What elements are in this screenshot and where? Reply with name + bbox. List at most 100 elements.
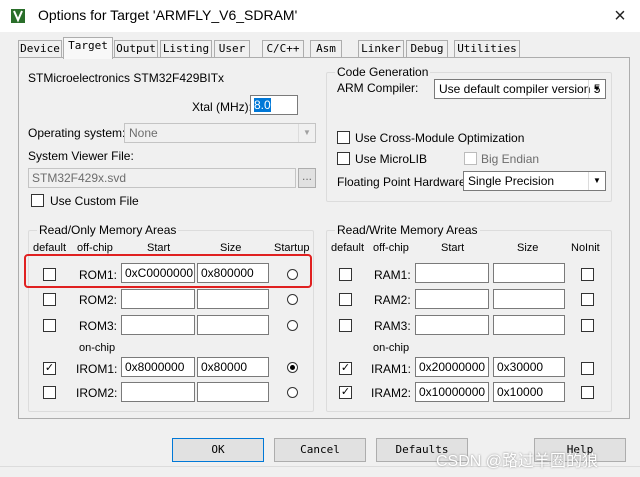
ram2-default-checkbox[interactable]: [339, 293, 352, 306]
ram-header-noinit: NoInit: [571, 242, 600, 254]
irom2-label: IROM2:: [76, 386, 118, 400]
irom2-default-checkbox[interactable]: [43, 386, 56, 399]
os-select[interactable]: None ▼: [124, 123, 316, 143]
rom-header-default: default: [33, 242, 67, 254]
microlib-checkbox[interactable]: [337, 152, 350, 165]
ram3-label: RAM3:: [374, 319, 411, 333]
fpu-label: Floating Point Hardware:: [337, 175, 470, 189]
rom3-size-input[interactable]: [197, 315, 269, 335]
ram-header-start: Start: [441, 242, 465, 254]
rom2-label: ROM2:: [79, 293, 118, 307]
ram2-noinit-checkbox[interactable]: [581, 293, 594, 306]
iram2-label: IRAM2:: [371, 386, 412, 400]
iram2-noinit-checkbox[interactable]: [581, 386, 594, 399]
rom-header-startup: Startup: [274, 242, 310, 254]
use-custom-file-label: Use Custom File: [50, 194, 139, 208]
tab-output[interactable]: Output: [114, 40, 158, 58]
chevron-down-icon: ▼: [588, 80, 605, 98]
svd-browse-button[interactable]: ...: [298, 168, 316, 188]
fpu-select[interactable]: Single Precision ▼: [463, 171, 606, 191]
rom3-default-checkbox[interactable]: [43, 319, 56, 332]
ram3-start-input[interactable]: [415, 315, 489, 335]
tab-c-cpp[interactable]: C/C++: [262, 40, 304, 58]
irom1-size-input[interactable]: 0x80000: [197, 357, 269, 377]
big-endian-checkbox[interactable]: [464, 152, 477, 165]
microlib-label: Use MicroLIB: [355, 152, 428, 166]
rom2-default-checkbox[interactable]: [43, 293, 56, 306]
rom3-startup-radio[interactable]: [287, 320, 298, 331]
rom3-start-input[interactable]: [121, 315, 195, 335]
rom-header-start: Start: [147, 242, 171, 254]
rom3-label: ROM3:: [79, 319, 118, 333]
tab-debug[interactable]: Debug: [406, 40, 448, 58]
rom-header-size: Size: [220, 242, 242, 254]
iram1-noinit-checkbox[interactable]: [581, 362, 594, 375]
ram3-size-input[interactable]: [493, 315, 565, 335]
tab-device[interactable]: Device: [18, 40, 62, 58]
cancel-button[interactable]: Cancel: [274, 438, 366, 462]
iram2-start-input[interactable]: 0x10000000: [415, 382, 489, 402]
tab-target[interactable]: Target: [63, 37, 113, 59]
ram1-size-input[interactable]: [493, 263, 565, 283]
tab-utilities[interactable]: Utilities: [454, 40, 520, 58]
close-button[interactable]: ×: [600, 2, 640, 30]
iram1-label: IRAM1:: [371, 362, 412, 376]
iram2-size-input[interactable]: 0x10000: [493, 382, 565, 402]
irom1-default-checkbox[interactable]: ✓: [43, 362, 56, 375]
irom2-startup-radio[interactable]: [287, 387, 298, 398]
ram1-start-input[interactable]: [415, 263, 489, 283]
big-endian-label: Big Endian: [481, 152, 540, 166]
chevron-down-icon: ▼: [588, 172, 605, 190]
chevron-down-icon: ▼: [298, 124, 315, 142]
ram1-default-checkbox[interactable]: [339, 268, 352, 281]
rom-header-offchip: off-chip: [77, 242, 113, 254]
os-label: Operating system:: [28, 126, 126, 140]
svd-label: System Viewer File:: [28, 149, 134, 163]
xtal-input[interactable]: 8.0: [250, 95, 298, 115]
cross-module-checkbox[interactable]: [337, 131, 350, 144]
rom1-highlight-box: [24, 254, 312, 288]
irom1-label: IROM1:: [76, 362, 118, 376]
ram3-default-checkbox[interactable]: [339, 319, 352, 332]
ram-onchip-label: on-chip: [373, 342, 410, 354]
window-title: Options for Target 'ARMFLY_V6_SDRAM': [38, 7, 298, 23]
arm-compiler-select[interactable]: Use default compiler version 5 ▼: [434, 79, 606, 99]
irom1-start-input[interactable]: 0x8000000: [121, 357, 195, 377]
iram1-default-checkbox[interactable]: ✓: [339, 362, 352, 375]
ram2-start-input[interactable]: [415, 289, 489, 309]
irom2-size-input[interactable]: [197, 382, 269, 402]
title-bar: Options for Target 'ARMFLY_V6_SDRAM' ×: [0, 0, 640, 32]
use-custom-file-checkbox[interactable]: [31, 194, 44, 207]
arm-compiler-label: ARM Compiler:: [337, 81, 419, 95]
ram1-noinit-checkbox[interactable]: [581, 268, 594, 281]
iram2-default-checkbox[interactable]: ✓: [339, 386, 352, 399]
ram-header-offchip: off-chip: [373, 242, 409, 254]
options-dialog: Options for Target 'ARMFLY_V6_SDRAM' × D…: [0, 0, 640, 477]
ram-header-default: default: [331, 242, 365, 254]
ram-header-size: Size: [517, 242, 539, 254]
rom-onchip-label: on-chip: [79, 342, 116, 354]
code-generation-title: Code Generation: [335, 65, 431, 79]
rom2-size-input[interactable]: [197, 289, 269, 309]
device-name: STMicroelectronics STM32F429BITx: [28, 71, 225, 85]
ok-button[interactable]: OK: [172, 438, 264, 462]
tab-asm[interactable]: Asm: [310, 40, 342, 58]
ram1-label: RAM1:: [374, 268, 411, 282]
ram-group-title: Read/Write Memory Areas: [335, 223, 480, 237]
tab-linker[interactable]: Linker: [358, 40, 404, 58]
svd-file-field[interactable]: STM32F429x.svd: [28, 168, 296, 188]
irom2-start-input[interactable]: [121, 382, 195, 402]
tab-user[interactable]: User: [214, 40, 250, 58]
ram2-size-input[interactable]: [493, 289, 565, 309]
rom-group-title: Read/Only Memory Areas: [37, 223, 179, 237]
tab-listing[interactable]: Listing: [160, 40, 212, 58]
irom1-startup-radio[interactable]: [287, 362, 298, 373]
rom2-startup-radio[interactable]: [287, 294, 298, 305]
iram1-size-input[interactable]: 0x30000: [493, 357, 565, 377]
rom2-start-input[interactable]: [121, 289, 195, 309]
ram3-noinit-checkbox[interactable]: [581, 319, 594, 332]
ram2-label: RAM2:: [374, 293, 411, 307]
cross-module-label: Use Cross-Module Optimization: [355, 131, 525, 145]
iram1-start-input[interactable]: 0x20000000: [415, 357, 489, 377]
xtal-label: Xtal (MHz):: [192, 100, 252, 114]
